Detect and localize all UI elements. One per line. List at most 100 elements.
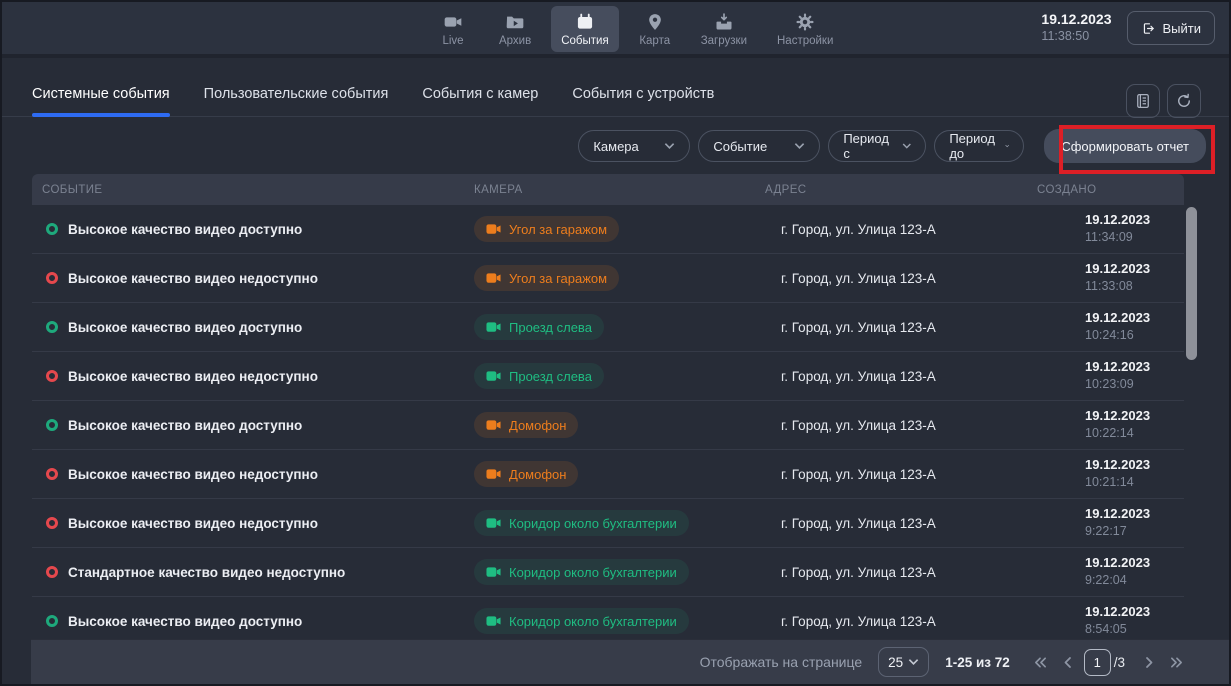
created-cell: 19.12.202310:22:14 (1037, 408, 1184, 441)
created-cell: 19.12.202310:21:14 (1037, 457, 1184, 490)
video-camera-icon (443, 12, 463, 32)
tab-device-events[interactable]: События с устройств (572, 86, 714, 116)
status-error-icon (46, 566, 58, 578)
table-row[interactable]: Высокое качество видео доступно Домофон г.… (32, 401, 1184, 450)
event-cell: Высокое качество видео доступно (32, 222, 474, 237)
archive-folder-icon (505, 12, 525, 32)
table-row[interactable]: Высокое качество видео недоступно Домофон… (32, 450, 1184, 499)
next-page-button[interactable] (1141, 652, 1158, 673)
camera-badge[interactable]: Домофон (474, 461, 578, 487)
camera-cell: Домофон (474, 412, 765, 438)
nav-item-map[interactable]: Карта (629, 6, 681, 52)
created-cell: 19.12.20238:54:05 (1037, 604, 1184, 637)
first-page-button[interactable] (1030, 652, 1051, 673)
page-size-select[interactable]: 25 (878, 647, 929, 677)
camera-badge[interactable]: Коридор около бухгалтерии (474, 559, 689, 585)
event-label: Высокое качество видео недоступно (68, 271, 318, 286)
event-cell: Высокое качество видео недоступно (32, 516, 474, 531)
range-label: 1-25 из 72 (945, 655, 1010, 670)
logout-label: Выйти (1163, 21, 1202, 36)
camera-badge[interactable]: Угол за гаражом (474, 265, 619, 291)
filter-label: Период с (843, 131, 891, 161)
tab-camera-events[interactable]: События с камер (422, 86, 538, 116)
logout-icon (1141, 21, 1156, 36)
camera-icon (486, 468, 501, 480)
camera-badge[interactable]: Коридор около бухгалтерии (474, 608, 689, 634)
journal-button[interactable] (1126, 84, 1160, 118)
event-label: Высокое качество видео недоступно (68, 467, 318, 482)
status-error-icon (46, 517, 58, 529)
camera-icon (486, 272, 501, 284)
nav-item-settings[interactable]: Настройки (767, 6, 843, 52)
status-ok-icon (46, 321, 58, 333)
nav-label: Настройки (777, 35, 833, 47)
nav-item-downloads[interactable]: Загрузки (691, 6, 757, 52)
vertical-scrollbar[interactable] (1186, 207, 1197, 360)
generate-report-button[interactable]: Сформировать отчет (1044, 129, 1206, 163)
table-row[interactable]: Высокое качество видео недоступноКоридор… (32, 499, 1184, 548)
nav-item-live[interactable]: Live (427, 6, 479, 52)
filter-period-from[interactable]: Период с (828, 130, 926, 162)
journal-icon (1134, 92, 1152, 110)
camera-badge[interactable]: Домофон (474, 412, 578, 438)
filter-event[interactable]: Событие (698, 130, 820, 162)
clock: 19.12.2023 11:38:50 (1041, 11, 1111, 44)
table-row[interactable]: Высокое качество видео доступно Угол за г… (32, 205, 1184, 254)
prev-page-button[interactable] (1059, 652, 1076, 673)
created-cell: 19.12.202310:24:16 (1037, 310, 1184, 343)
camera-badge[interactable]: Проезд слева (474, 363, 604, 389)
last-page-button[interactable] (1166, 652, 1187, 673)
created-cell: 19.12.202311:33:08 (1037, 261, 1184, 294)
table-row[interactable]: Высокое качество видео недоступноПроезд … (32, 352, 1184, 401)
logout-button[interactable]: Выйти (1127, 11, 1216, 45)
filter-period-to[interactable]: Период до (934, 130, 1024, 162)
address-cell: г. Город, ул. Улица 123-А (765, 516, 1037, 531)
camera-name: Угол за гаражом (509, 271, 607, 286)
camera-icon (486, 517, 501, 529)
event-cell: Стандартное качество видео недоступно (32, 565, 474, 580)
download-box-icon (714, 12, 734, 32)
nav-item-archive[interactable]: Архив (489, 6, 541, 52)
address-cell: г. Город, ул. Улица 123-А (765, 222, 1037, 237)
event-label: Высокое качество видео доступно (68, 418, 302, 433)
camera-cell: Проезд слева (474, 314, 765, 340)
filter-label: Камера (593, 139, 638, 154)
camera-name: Домофон (509, 467, 566, 482)
status-error-icon (46, 468, 58, 480)
col-header-event: СОБЫТИЕ (32, 184, 474, 196)
camera-badge[interactable]: Коридор около бухгалтерии (474, 510, 689, 536)
chevron-left-icon (1063, 656, 1072, 669)
pagination-bar: Отображать на странице 25 1-25 из 72 1 /… (31, 639, 1229, 684)
refresh-icon (1175, 92, 1193, 110)
tab-user-events[interactable]: Пользовательские события (204, 86, 389, 116)
chevron-down-icon (902, 142, 912, 150)
camera-name: Угол за гаражом (509, 222, 607, 237)
event-cell: Высокое качество видео недоступно (32, 467, 474, 482)
camera-name: Проезд слева (509, 320, 592, 335)
address-cell: г. Город, ул. Улица 123-А (765, 467, 1037, 482)
table-row[interactable]: Высокое качество видео доступно Проезд сл… (32, 303, 1184, 352)
filter-camera[interactable]: Камера (578, 130, 690, 162)
event-cell: Высокое качество видео доступно (32, 418, 474, 433)
created-date: 19.12.2023 (1085, 506, 1184, 523)
event-cell: Высокое качество видео доступно (32, 320, 474, 335)
created-time: 10:21:14 (1085, 474, 1184, 490)
tab-system-events[interactable]: Системные события (32, 86, 170, 116)
event-label: Высокое качество видео доступно (68, 222, 302, 237)
nav-item-events[interactable]: События (551, 6, 618, 52)
camera-icon (486, 223, 501, 235)
camera-cell: Проезд слева (474, 363, 765, 389)
events-icon (575, 12, 595, 32)
camera-icon (486, 370, 501, 382)
camera-cell: Угол за гаражом (474, 216, 765, 242)
events-table: СОБЫТИЕ КАМЕРА АДРЕС СОЗДАНО Высокое кач… (32, 174, 1184, 646)
address-cell: г. Город, ул. Улица 123-А (765, 369, 1037, 384)
chevron-down-icon (908, 658, 919, 666)
table-row[interactable]: Высокое качество видео недоступно Угол за… (32, 254, 1184, 303)
current-page-input[interactable]: 1 (1084, 649, 1111, 676)
camera-badge[interactable]: Проезд слева (474, 314, 604, 340)
address-cell: г. Город, ул. Улица 123-А (765, 418, 1037, 433)
refresh-button[interactable] (1167, 84, 1201, 118)
table-row[interactable]: Стандартное качество видео недоступноКор… (32, 548, 1184, 597)
camera-badge[interactable]: Угол за гаражом (474, 216, 619, 242)
